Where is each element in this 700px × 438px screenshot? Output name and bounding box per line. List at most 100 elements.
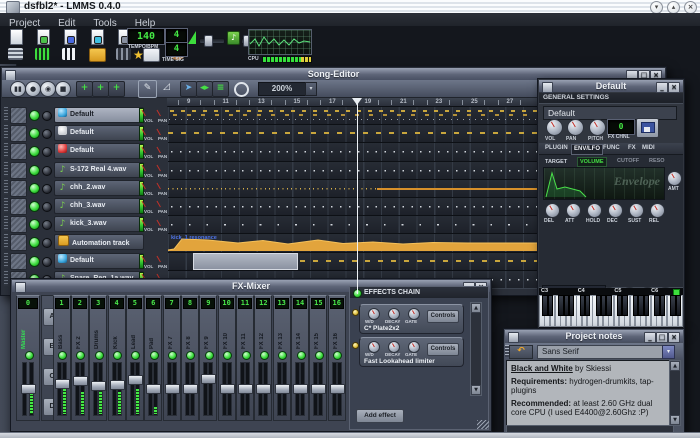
fx-channel-strip[interactable]: 9FX 9 — [199, 295, 217, 421]
record-play-button[interactable]: ◉ — [40, 81, 56, 97]
track-solo-button[interactable] — [42, 147, 52, 157]
project-files-button[interactable] — [87, 47, 108, 62]
edit-mode-button[interactable]: ◿ — [158, 80, 175, 96]
track-volume-knob[interactable] — [144, 162, 146, 181]
track-name[interactable]: Default — [54, 107, 144, 123]
track-name[interactable]: Default — [54, 125, 144, 141]
fader-handle[interactable] — [238, 384, 253, 394]
del-knob[interactable] — [545, 203, 560, 218]
black-key[interactable] — [622, 295, 627, 316]
instrument-minimize-button[interactable]: _ — [656, 82, 668, 93]
fx-channel-strip[interactable]: 4Kick — [108, 295, 126, 421]
fx-channel-led[interactable] — [150, 351, 159, 360]
envelope-graph[interactable]: Envelope — [543, 167, 665, 200]
resize-grip[interactable] — [477, 420, 489, 429]
track-pan-knob[interactable] — [159, 162, 161, 181]
dec-knob[interactable] — [608, 203, 623, 218]
track-name[interactable]: ♪chh_2.wav — [54, 180, 144, 196]
track-name[interactable]: ♪chh_3.wav — [54, 198, 144, 214]
fx-channel-led[interactable] — [223, 351, 232, 360]
project-notes-text[interactable]: Black and White by SkiessiRequirements: … — [506, 360, 674, 426]
track-pan-knob[interactable] — [159, 216, 161, 235]
selected-pattern-segment[interactable] — [193, 253, 298, 270]
fader-handle[interactable] — [146, 384, 161, 394]
timesig-denominator-display[interactable]: 4 — [166, 43, 187, 56]
track-mute-led[interactable] — [29, 201, 40, 212]
fader-handle[interactable] — [220, 384, 235, 394]
fx-channel-strip[interactable]: 10FX 10 — [218, 295, 236, 421]
fx-channel-strip[interactable]: 0Master — [16, 295, 40, 421]
track-pattern-segment[interactable] — [168, 161, 548, 180]
notes-vertical-scrollbar[interactable]: ▲ ▼ — [669, 360, 681, 426]
black-key[interactable] — [660, 295, 665, 316]
recent-projects-button[interactable] — [60, 29, 81, 44]
track-ops-button[interactable] — [10, 143, 27, 160]
effect-unit[interactable]: W/DDECAYGATEControlsC* Plate2x2 — [359, 304, 464, 334]
vol-knob[interactable] — [546, 119, 563, 136]
sust-knob[interactable] — [629, 203, 644, 218]
track-solo-button[interactable] — [42, 129, 52, 139]
instrument-close-button[interactable]: × — [668, 82, 680, 93]
track-mute-led[interactable] — [29, 237, 40, 248]
tab-plugin[interactable]: PLUGIN — [543, 144, 570, 153]
black-key[interactable] — [606, 295, 611, 316]
target-reso[interactable]: RESO — [647, 157, 667, 165]
track-name[interactable]: Automation track — [54, 234, 144, 250]
black-key[interactable] — [569, 295, 574, 316]
project-notes-titlebar[interactable]: Project notes _ □ × — [505, 330, 683, 342]
zoom-level-combo[interactable]: 200% — [258, 82, 306, 96]
draw-mode-button[interactable]: ✎ — [138, 80, 157, 98]
stop-button[interactable]: ■ — [55, 81, 71, 97]
fx-channel-led[interactable] — [278, 351, 287, 360]
fx-channel-strip[interactable]: 14FX 14 — [291, 295, 309, 421]
track-grip-handle[interactable] — [4, 143, 8, 158]
toggle-loop-button[interactable]: ≡ — [212, 81, 229, 97]
pitch-knob[interactable] — [589, 119, 606, 136]
scroll-up-icon[interactable]: ▲ — [471, 303, 481, 313]
black-key[interactable] — [585, 295, 590, 316]
fx-channel-led[interactable] — [333, 351, 342, 360]
save-project-button[interactable] — [87, 29, 108, 44]
fx-channel-led[interactable] — [205, 351, 214, 360]
track-pan-knob[interactable] — [159, 107, 161, 126]
new-project-button[interactable] — [6, 29, 27, 44]
fx-channel-led[interactable] — [131, 351, 140, 360]
font-combo-arrow-icon[interactable]: ▾ — [662, 345, 675, 359]
fx-channel-led[interactable] — [58, 351, 67, 360]
track-mute-led[interactable] — [29, 183, 40, 194]
track-solo-button[interactable] — [42, 220, 52, 230]
tab-midi[interactable]: MIDI — [640, 144, 657, 153]
fader-handle[interactable] — [55, 379, 70, 389]
master-volume-slider[interactable] — [199, 38, 225, 44]
song-editor-button[interactable] — [6, 47, 27, 62]
track-ops-button[interactable] — [10, 180, 27, 197]
track-grip-handle[interactable] — [4, 253, 8, 268]
rel-knob[interactable] — [650, 203, 665, 218]
save-preset-button[interactable] — [636, 118, 659, 138]
fader-handle[interactable] — [21, 384, 36, 394]
bb-editor-button[interactable] — [33, 47, 54, 62]
fx-channel-led[interactable] — [315, 351, 324, 360]
track-mute-led[interactable] — [29, 165, 40, 176]
track-volume-knob[interactable] — [144, 143, 146, 162]
undo-button[interactable]: ↶ — [509, 345, 533, 359]
open-project-button[interactable] — [33, 29, 54, 44]
add-sample-track-button[interactable]: + — [92, 81, 109, 97]
piano-roll-button[interactable] — [60, 47, 81, 62]
project-notes-maximize-button[interactable]: □ — [656, 332, 668, 343]
fx-channel-led[interactable] — [168, 351, 177, 360]
track-pattern-segment[interactable] — [168, 142, 548, 161]
fx-channel-strip[interactable]: 16FX 16 — [328, 295, 346, 421]
fx-channel-strip[interactable]: 1Bass — [53, 295, 71, 421]
fx-channel-led[interactable] — [113, 351, 122, 360]
track-pan-knob[interactable] — [159, 180, 161, 199]
track-volume-knob[interactable] — [144, 216, 146, 235]
fx-channel-display[interactable]: 0 — [608, 120, 634, 134]
fader-handle[interactable] — [110, 380, 125, 390]
track-grip-handle[interactable] — [4, 234, 8, 249]
star-icon[interactable]: ★ — [133, 48, 144, 62]
track-volume-knob[interactable] — [144, 107, 146, 126]
track-ops-button[interactable] — [10, 216, 27, 233]
black-key[interactable] — [644, 295, 649, 316]
scroll-down-icon[interactable]: ▼ — [471, 385, 481, 395]
